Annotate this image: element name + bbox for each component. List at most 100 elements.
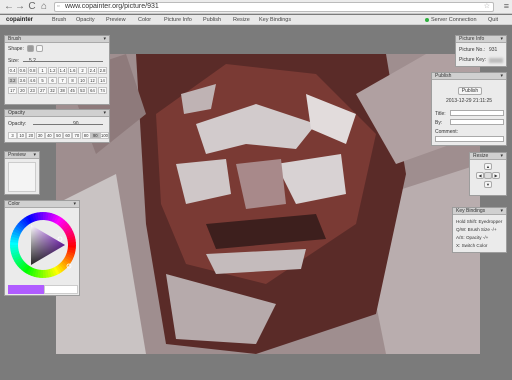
menu-preview[interactable]: Preview	[106, 15, 126, 25]
browser-menu-icon[interactable]: ≡	[504, 1, 509, 11]
brush-size-option[interactable]: 14	[98, 77, 107, 84]
picture-key-label: Picture Key:	[459, 57, 486, 63]
opacity-option[interactable]: 10	[17, 132, 27, 139]
brush-size-option[interactable]: 74	[98, 87, 107, 94]
brush-size-option[interactable]: 4.6	[28, 77, 37, 84]
forward-icon[interactable]: →	[14, 1, 26, 13]
menu-resize[interactable]: Resize	[233, 15, 250, 25]
publish-panel: Publish ▾ Publish 2013-12-29 21:11:25 Ti…	[431, 72, 507, 146]
brush-size-option[interactable]: 8	[68, 77, 77, 84]
opacity-panel-title: Opacity	[8, 110, 25, 116]
brush-size-option[interactable]: 23	[28, 87, 37, 94]
brush-size-option[interactable]: 64	[88, 87, 97, 94]
opacity-option[interactable]: 50	[54, 132, 63, 139]
menu-opacity[interactable]: Opacity	[76, 15, 95, 25]
resize-panel: Resize ▾ ▲ ◀ ▶ ▼	[469, 152, 507, 196]
brush-panel: Brush ▾ Shape: Size: 5.2 0.40.60.811.21.…	[4, 35, 110, 105]
resize-down-arrow-icon[interactable]: ▼	[484, 181, 492, 188]
menu-color[interactable]: Color	[138, 15, 151, 25]
brush-size-option[interactable]: 20	[18, 87, 27, 94]
menu-publish[interactable]: Publish	[203, 15, 221, 25]
brush-panel-title: Brush	[8, 36, 22, 42]
brush-size-option[interactable]: 0.6	[18, 67, 27, 74]
brush-size-option[interactable]: 2.4	[88, 67, 97, 74]
shape-square-button[interactable]	[36, 45, 43, 52]
app-menu-bar: copainter Brush Opacity Preview Color Pi…	[0, 15, 512, 25]
opacity-option[interactable]: 60	[63, 132, 73, 139]
menu-picture-info[interactable]: Picture Info	[164, 15, 192, 25]
opacity-slider[interactable]	[33, 124, 103, 125]
address-bar[interactable]: ▫ www.copainter.org/picture/931 ☆	[54, 2, 494, 12]
size-label: Size:	[8, 58, 20, 64]
opacity-option[interactable]: 90	[90, 132, 100, 139]
comment-input[interactable]	[435, 136, 504, 142]
title-input[interactable]	[450, 110, 504, 116]
brush-size-option[interactable]: 3.2	[8, 77, 17, 84]
home-icon[interactable]: ⌂	[38, 1, 50, 13]
brush-size-option[interactable]: 6	[48, 77, 57, 84]
brush-size-option[interactable]: 32	[48, 87, 57, 94]
brush-size-option[interactable]: 7	[58, 77, 67, 84]
resize-left-arrow-icon[interactable]: ◀	[476, 172, 484, 179]
key-bindings-header: Key Bindings ▾	[453, 208, 506, 215]
color-panel-title: Color	[8, 201, 20, 207]
brush-size-option[interactable]: 1.2	[48, 67, 57, 74]
brush-size-option[interactable]: 0.4	[8, 67, 17, 74]
close-icon[interactable]: ▾	[103, 110, 106, 117]
opacity-option[interactable]: 40	[44, 132, 54, 139]
opacity-option[interactable]: 100	[100, 132, 109, 139]
brush-size-option[interactable]: 45	[68, 87, 77, 94]
shape-round-button[interactable]	[27, 45, 34, 52]
close-icon[interactable]: ▾	[500, 73, 503, 80]
resize-up-arrow-icon[interactable]: ▲	[484, 163, 492, 170]
brush-size-option[interactable]: 10	[78, 77, 87, 84]
close-icon[interactable]: ▾	[500, 208, 503, 215]
app-brand: copainter	[6, 17, 34, 23]
size-slider[interactable]	[23, 61, 103, 62]
picture-info-title: Picture Info	[459, 36, 485, 42]
opacity-option[interactable]: 20	[26, 132, 36, 139]
opacity-option[interactable]: 70	[72, 132, 82, 139]
author-input[interactable]	[450, 119, 504, 125]
key-bindings-title: Key Bindings	[456, 208, 486, 214]
close-icon[interactable]: ▾	[500, 36, 503, 43]
color-panel: Color ▾	[4, 200, 80, 296]
key-binding-line: Hold Shift: Eyedropper	[456, 219, 503, 224]
brush-size-option[interactable]: 1	[38, 67, 47, 74]
close-icon[interactable]: ▾	[73, 201, 76, 208]
brush-size-option[interactable]: 17	[8, 87, 17, 94]
brush-size-option[interactable]: 0.8	[28, 67, 37, 74]
painting-canvas[interactable]	[56, 54, 480, 354]
reload-icon[interactable]: C	[26, 1, 38, 13]
brush-size-option[interactable]: 27	[38, 87, 47, 94]
browser-toolbar: ← → C ⌂ ▫ www.copainter.org/picture/931 …	[0, 0, 512, 14]
color-wheel[interactable]	[9, 211, 77, 279]
page-icon: ▫	[57, 3, 60, 10]
brush-size-option[interactable]: 1.6	[68, 67, 77, 74]
brush-size-option[interactable]: 5	[38, 77, 47, 84]
brush-size-option[interactable]: 12	[88, 77, 97, 84]
picture-info-panel: Picture Info ▾ Picture No.: 931 Picture …	[455, 35, 507, 67]
menu-key-bindings[interactable]: Key Bindings	[259, 15, 291, 25]
brush-size-option[interactable]: 2.8	[98, 67, 107, 74]
current-color-swatch[interactable]	[8, 285, 44, 294]
close-icon[interactable]: ▾	[33, 152, 36, 159]
opacity-option[interactable]: 30	[35, 132, 45, 139]
close-icon[interactable]: ▾	[500, 153, 503, 160]
opacity-option[interactable]: 3	[8, 132, 17, 139]
publish-panel-header: Publish ▾	[432, 73, 506, 80]
brush-size-option[interactable]: 3.6	[18, 77, 27, 84]
quit-button[interactable]: Quit	[488, 15, 498, 25]
menu-brush[interactable]: Brush	[52, 15, 66, 25]
brush-size-option[interactable]: 38	[58, 87, 67, 94]
brush-size-option[interactable]: 1.4	[58, 67, 67, 74]
opacity-option[interactable]: 80	[81, 132, 91, 139]
secondary-color-swatch[interactable]	[44, 285, 78, 294]
bookmark-star-icon[interactable]: ☆	[484, 3, 490, 11]
resize-right-arrow-icon[interactable]: ▶	[492, 172, 500, 179]
brush-size-option[interactable]: 53	[78, 87, 87, 94]
publish-button[interactable]: Publish	[458, 87, 482, 95]
close-icon[interactable]: ▾	[103, 36, 106, 43]
picture-key-blurred	[489, 58, 503, 63]
brush-size-option[interactable]: 2	[78, 67, 87, 74]
